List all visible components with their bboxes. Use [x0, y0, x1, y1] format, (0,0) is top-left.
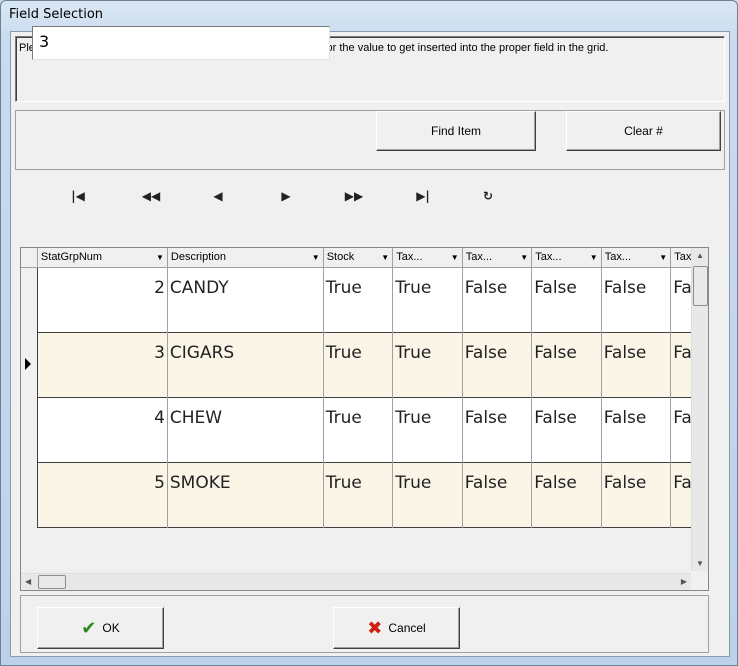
grid-cell[interactable]: True [393, 333, 463, 398]
row-indicator[interactable] [21, 268, 38, 333]
scrollbar-corner [691, 573, 708, 590]
cancel-button[interactable]: ✖ Cancel [333, 607, 460, 649]
column-header[interactable]: Description ▼ [168, 248, 324, 268]
dropdown-arrow-icon[interactable]: ▼ [588, 251, 598, 268]
x-icon: ✖ [367, 617, 383, 639]
grid-rows: 2 CANDY True True False False False Fa 3… [21, 268, 691, 528]
scroll-down-icon[interactable]: ▼ [696, 559, 704, 568]
ok-label: OK [102, 621, 120, 635]
selection-grid: StatGrpNum ▼ Description ▼ Stock ▼ Tax... ▼ … [20, 247, 709, 591]
scroll-left-icon[interactable]: ◀ [25, 577, 31, 586]
grid-cell[interactable]: False [463, 268, 533, 333]
grid-cell[interactable]: False [463, 333, 533, 398]
grid-cell[interactable]: False [532, 268, 602, 333]
table-row[interactable]: 5 SMOKE True True False False False Fa [21, 463, 691, 528]
vertical-scrollbar[interactable]: ▲ ▼ [691, 248, 708, 571]
grid-cell[interactable]: True [324, 463, 394, 528]
horizontal-scroll-thumb[interactable] [38, 575, 66, 589]
indicator-header [21, 248, 38, 268]
grid-cell[interactable]: False [532, 333, 602, 398]
grid-cell[interactable]: False [532, 398, 602, 463]
grid-header: StatGrpNum ▼ Description ▼ Stock ▼ Tax... ▼ … [21, 248, 691, 268]
dropdown-arrow-icon[interactable]: ▼ [518, 251, 528, 268]
column-header[interactable]: Tax [671, 248, 691, 268]
grid-cell[interactable]: Fa [671, 398, 691, 463]
grid-cell[interactable]: Fa [671, 333, 691, 398]
grid-cell[interactable]: False [463, 463, 533, 528]
scroll-right-icon[interactable]: ▶ [681, 577, 687, 586]
table-row[interactable]: 4 CHEW True True False False False Fa [21, 398, 691, 463]
grid-cell[interactable]: True [393, 463, 463, 528]
grid-cell[interactable]: 3 [38, 333, 168, 398]
grid-cell[interactable]: CIGARS [168, 333, 324, 398]
row-indicator[interactable] [21, 463, 38, 528]
column-header[interactable]: Stock ▼ [324, 248, 394, 268]
table-row[interactable]: 3 CIGARS True True False False False Fa [21, 333, 691, 398]
grid-cell[interactable]: SMOKE [168, 463, 324, 528]
scroll-up-icon[interactable]: ▲ [696, 251, 704, 260]
vertical-scroll-thumb[interactable] [693, 266, 708, 306]
column-header[interactable]: Tax... ▼ [532, 248, 602, 268]
grid-cell[interactable]: 5 [38, 463, 168, 528]
grid-cell[interactable]: True [393, 398, 463, 463]
record-navigator: |◀ ◀◀ ◀ ▶ ▶▶ ▶| ↻ [58, 181, 518, 211]
grid-cell[interactable]: CANDY [168, 268, 324, 333]
grid-cell[interactable]: False [602, 268, 672, 333]
first-record-icon[interactable]: |◀ [58, 181, 98, 211]
grid-cell[interactable]: CHEW [168, 398, 324, 463]
prior-record-icon[interactable]: ◀ [198, 181, 238, 211]
grid-cell[interactable]: 2 [38, 268, 168, 333]
column-header[interactable]: StatGrpNum ▼ [38, 248, 168, 268]
column-header[interactable]: Tax... ▼ [463, 248, 533, 268]
grid-cell[interactable]: False [602, 463, 672, 528]
window-title: Field Selection [9, 7, 104, 22]
grid-cell[interactable]: True [324, 333, 394, 398]
current-row-pointer-icon [25, 358, 31, 370]
ok-button[interactable]: ✔ OK [37, 607, 164, 649]
grid-cell[interactable]: False [463, 398, 533, 463]
column-header[interactable]: Tax... ▼ [602, 248, 672, 268]
grid-cell[interactable]: True [324, 268, 394, 333]
cancel-label: Cancel [388, 621, 426, 635]
grid-cell[interactable]: Fa [671, 268, 691, 333]
last-record-icon[interactable]: ▶| [403, 181, 443, 211]
find-item-button[interactable]: Find Item [376, 111, 536, 151]
dropdown-arrow-icon[interactable]: ▼ [449, 251, 459, 268]
grid-cell[interactable]: False [532, 463, 602, 528]
dropdown-arrow-icon[interactable]: ▼ [379, 251, 389, 268]
row-indicator[interactable] [21, 333, 38, 398]
dropdown-arrow-icon[interactable]: ▼ [154, 251, 164, 268]
grid-cell[interactable]: False [602, 333, 672, 398]
grid-cell[interactable]: 4 [38, 398, 168, 463]
grid-cell[interactable]: Fa [671, 463, 691, 528]
prior-page-icon[interactable]: ◀◀ [131, 181, 171, 211]
clear-button[interactable]: Clear # [566, 111, 721, 151]
dropdown-arrow-icon[interactable]: ▼ [657, 251, 667, 268]
next-page-icon[interactable]: ▶▶ [334, 181, 374, 211]
grid-cell[interactable]: True [324, 398, 394, 463]
refresh-icon[interactable]: ↻ [468, 181, 508, 211]
grid-cell[interactable]: True [393, 268, 463, 333]
grid-cell[interactable]: False [602, 398, 672, 463]
field-selection-window: Field Selection Please make your selecti… [0, 0, 738, 666]
column-header[interactable]: Tax... ▼ [393, 248, 463, 268]
horizontal-scrollbar[interactable]: ◀ ▶ [21, 573, 691, 590]
table-row[interactable]: 2 CANDY True True False False False Fa [21, 268, 691, 333]
row-indicator[interactable] [21, 398, 38, 463]
next-record-icon[interactable]: ▶ [266, 181, 306, 211]
search-input[interactable]: 3 [32, 26, 330, 60]
check-icon: ✔ [81, 617, 97, 639]
dropdown-arrow-icon[interactable]: ▼ [310, 251, 320, 268]
